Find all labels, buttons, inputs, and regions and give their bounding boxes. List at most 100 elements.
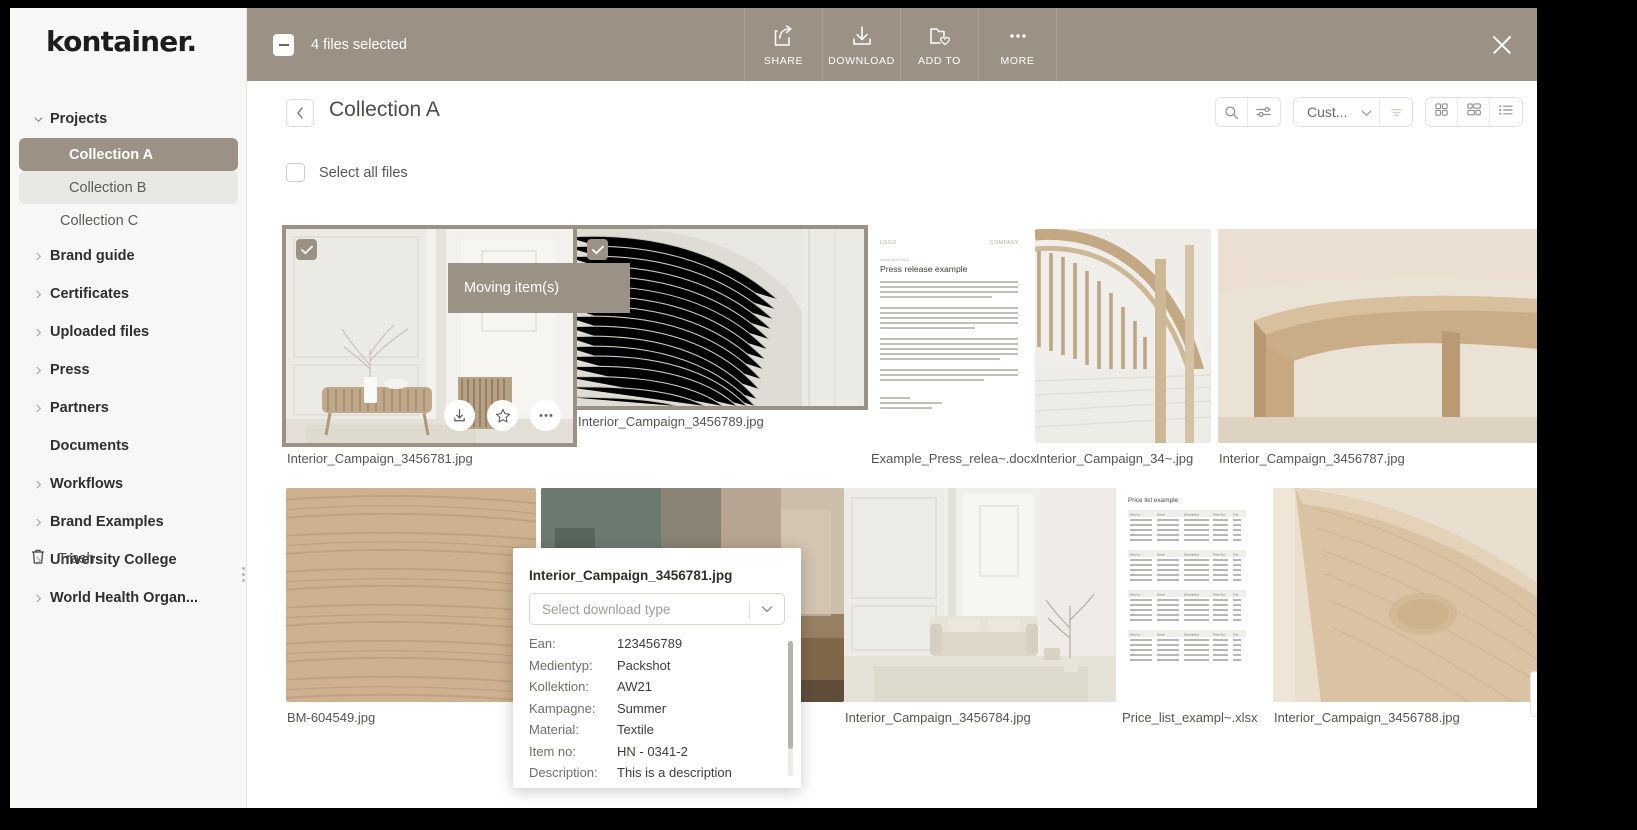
download-label: DOWNLOAD xyxy=(828,54,895,67)
file-grid: Interior_Campaign_3456781.jpg Interior_C… xyxy=(247,193,1537,808)
list-view-button[interactable] xyxy=(1490,98,1522,126)
file-checkbox[interactable] xyxy=(296,239,317,260)
svg-text:LOGO: LOGO xyxy=(880,240,897,246)
metadata-row: Kampagne: Summer xyxy=(529,701,785,723)
grid-icon xyxy=(1434,102,1449,122)
svg-text:Description: Description xyxy=(1184,632,1199,636)
sidebar-item-collection-a[interactable]: Collection A xyxy=(19,138,238,171)
list-icon xyxy=(1498,103,1514,122)
sidebar-item-collection-c[interactable]: Collection C xyxy=(10,204,247,237)
svg-text:Name: Name xyxy=(1157,632,1165,636)
add-to-button[interactable]: ADD TO xyxy=(901,8,979,81)
masonry-view-button[interactable] xyxy=(1458,98,1490,126)
filter-sliders-icon[interactable] xyxy=(1248,98,1280,126)
file-thumbnail[interactable] xyxy=(286,229,573,443)
sidebar-item-projects[interactable]: Projects xyxy=(10,100,247,138)
file-card[interactable]: LOGO COMPANY Lorem 30/01/2021 Press rele… xyxy=(870,229,1037,466)
sidebar-item-trash[interactable]: Trash xyxy=(30,548,95,570)
selected-count-label: 4 files selected xyxy=(311,36,407,53)
file-name-label: Interior_Campaign_3456787.jpg xyxy=(1219,451,1405,466)
sidebar-item-brand-examples[interactable]: Brand Examples xyxy=(10,503,247,541)
metadata-row: Material: Textile xyxy=(529,722,785,744)
app-root: kontainer. Projects Collection A Collect… xyxy=(0,0,1637,830)
sidebar-item-partners[interactable]: Partners xyxy=(10,389,247,427)
sidebar-item-documents[interactable]: Documents xyxy=(10,427,247,465)
metadata-value: Packshot xyxy=(617,657,671,673)
sort-direction-icon[interactable] xyxy=(1380,98,1412,126)
file-thumbnail[interactable]: Price list example Item no Name Descripti… xyxy=(1121,488,1264,702)
metadata-value: 123456789 xyxy=(617,636,683,651)
file-card[interactable]: Interior_Campaign_3456781.jpg xyxy=(282,225,577,466)
select-all-checkbox[interactable] xyxy=(286,163,305,182)
download-button[interactable] xyxy=(444,400,475,431)
page-title: Collection A xyxy=(329,98,440,121)
svg-text:Unit: Unit xyxy=(1233,512,1239,516)
view-mode-group xyxy=(1425,97,1523,127)
sidebar: kontainer. Projects Collection A Collect… xyxy=(10,8,251,808)
metadata-list: Ean: 123456789 Medientyp: Packshot Kolle… xyxy=(529,636,785,787)
folder-heart-icon xyxy=(928,23,952,49)
file-checkbox[interactable] xyxy=(587,239,608,260)
more-button[interactable]: MORE xyxy=(979,8,1057,81)
file-name-label: Interior_Campaign_3456789.jpg xyxy=(578,414,764,429)
metadata-value: AW21 xyxy=(617,679,652,694)
close-icon[interactable] xyxy=(1489,32,1515,58)
sidebar-item-certificates[interactable]: Certificates xyxy=(10,275,247,313)
svg-text:Description: Description xyxy=(1184,592,1199,596)
popup-filename: Interior_Campaign_3456781.jpg xyxy=(529,568,733,583)
download-type-select[interactable]: Select download type xyxy=(529,593,785,625)
popup-scrollbar-thumb[interactable] xyxy=(788,641,793,749)
grid-view-button[interactable] xyxy=(1426,98,1458,126)
more-options-icon[interactable] xyxy=(530,400,561,431)
share-button[interactable]: SHARE xyxy=(745,8,823,81)
sidebar-item-label: Projects xyxy=(50,111,108,127)
sidebar-item-press[interactable]: Press xyxy=(10,351,247,389)
sort-select-value: Cust... xyxy=(1307,104,1348,120)
file-card[interactable]: Interior_Campaign_3456789.jpg xyxy=(573,225,868,429)
sidebar-item-uploaded-files[interactable]: Uploaded files xyxy=(10,313,247,351)
back-button[interactable] xyxy=(286,99,314,127)
vertical-scrollbar[interactable] xyxy=(1530,671,1537,717)
sidebar-item-label: Documents xyxy=(50,438,129,454)
sidebar-item-world-health-organization[interactable]: World Health Organ... xyxy=(10,579,247,617)
file-thumbnail[interactable] xyxy=(286,488,536,702)
metadata-key: Material: xyxy=(529,722,579,737)
metadata-value: Summer xyxy=(617,700,667,716)
chevron-right-icon xyxy=(30,404,46,413)
file-card[interactable]: Interior_Campaign_34~.jpg xyxy=(1035,229,1211,466)
file-thumbnail[interactable] xyxy=(577,229,864,406)
svg-text:Item no: Item no xyxy=(1130,512,1140,516)
svg-text:Item no: Item no xyxy=(1130,552,1140,556)
svg-text:Unit: Unit xyxy=(1233,632,1239,636)
file-card[interactable]: Price list example Item no Name Descripti… xyxy=(1121,488,1264,725)
file-card[interactable]: Interior_Campaign_3456788.jpg xyxy=(1273,488,1537,725)
file-card[interactable]: Interior_Campaign_3456787.jpg xyxy=(1218,229,1537,466)
deselect-all-checkbox[interactable] xyxy=(273,33,294,56)
sidebar-item-workflows[interactable]: Workflows xyxy=(10,465,247,503)
download-type-placeholder: Select download type xyxy=(542,601,671,617)
file-card[interactable]: BM-604549.jpg xyxy=(286,488,536,725)
file-thumbnail[interactable] xyxy=(1035,229,1211,443)
search-icon[interactable] xyxy=(1216,98,1248,126)
favorite-star-icon[interactable] xyxy=(487,400,518,431)
file-thumbnail[interactable] xyxy=(1273,488,1537,702)
sidebar-item-label: World Health Organ... xyxy=(50,590,198,606)
file-thumbnail[interactable] xyxy=(1218,229,1537,443)
selection-summary: 4 files selected xyxy=(247,8,745,81)
download-button[interactable]: DOWNLOAD xyxy=(823,8,901,81)
chevron-right-icon xyxy=(30,518,46,527)
metadata-key: Description: xyxy=(529,765,598,780)
select-all-row[interactable]: Select all files xyxy=(286,163,408,182)
sidebar-item-collection-b[interactable]: Collection B xyxy=(19,171,238,204)
file-thumbnail[interactable] xyxy=(844,488,1116,702)
svg-text:Price Eur: Price Eur xyxy=(1213,552,1225,556)
sidebar-item-brand-guide[interactable]: Brand guide xyxy=(10,237,247,275)
download-icon xyxy=(851,23,873,49)
metadata-key: Item no: xyxy=(529,743,576,759)
file-card[interactable]: Interior_Campaign_3456784.jpg xyxy=(844,488,1116,725)
brand-logo[interactable]: kontainer. xyxy=(46,25,197,58)
sort-select[interactable]: Cust... xyxy=(1294,98,1380,126)
sidebar-nav: Projects Collection A Collection B Colle… xyxy=(10,100,247,617)
file-thumbnail[interactable]: LOGO COMPANY Lorem 30/01/2021 Press rele… xyxy=(870,229,1028,443)
svg-text:Item no: Item no xyxy=(1130,592,1140,596)
